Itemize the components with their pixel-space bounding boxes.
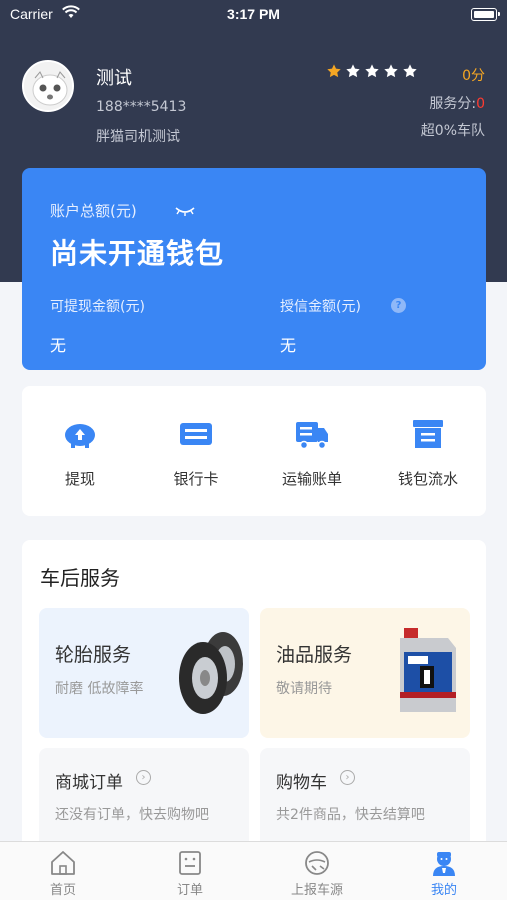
service-score-label: 服务分: — [429, 96, 477, 112]
mall-orders-subtitle: 还没有订单，快去购物吧 — [55, 807, 209, 823]
fleet-rank: 超0%车队 — [420, 123, 485, 139]
status-time: 3:17 PM — [227, 6, 280, 22]
report-vehicle-icon — [305, 851, 329, 875]
profile-icon — [433, 852, 455, 876]
tab-mine[interactable]: 我的 — [381, 842, 507, 900]
action-transport-bill[interactable]: 运输账单 — [254, 386, 370, 516]
action-bank-card[interactable]: 银行卡 — [138, 386, 254, 516]
credit-value: 无 — [280, 336, 297, 355]
credit-label: 授信金额(元) — [280, 299, 361, 315]
piggy-bank-icon — [65, 424, 95, 448]
wallet-status: 尚未开通钱包 — [50, 237, 225, 270]
service-score: 服务分:0 — [429, 93, 485, 113]
help-icon[interactable]: ? — [391, 298, 406, 313]
wallet-flow-icon — [413, 420, 443, 448]
rating-stars — [326, 63, 418, 79]
action-label: 运输账单 — [281, 470, 342, 488]
tab-bar: 首页 订单 上报车源 我的 — [0, 841, 507, 900]
tab-label: 我的 — [430, 883, 457, 898]
after-sales-services: 车后服务 轮胎服务 耐磨 低故障率 油品服务 敬请期待 商城订单 › 还没有订单… — [22, 540, 486, 850]
rating-score: 0分 — [462, 68, 485, 84]
truck-bill-icon — [296, 422, 328, 450]
bank-card-icon — [180, 423, 212, 445]
star-filled-icon — [327, 64, 341, 78]
oil-service-card[interactable]: 油品服务 敬请期待 — [260, 608, 470, 738]
oil-service-title: 油品服务 — [276, 644, 353, 666]
star-icon — [384, 64, 398, 78]
services-title: 车后服务 — [40, 566, 120, 590]
mall-orders-card[interactable]: 商城订单 › 还没有订单，快去购物吧 — [39, 748, 249, 850]
tire-service-card[interactable]: 轮胎服务 耐磨 低故障率 — [39, 608, 249, 738]
tab-orders[interactable]: 订单 — [127, 842, 253, 900]
wallet-card[interactable]: 账户总额(元) 尚未开通钱包 可提现金额(元) 无 授信金额(元) ? 无 — [22, 168, 486, 370]
user-name: 测试 — [96, 68, 132, 89]
tire-service-title: 轮胎服务 — [55, 644, 132, 666]
total-amount-label: 账户总额(元) — [50, 202, 137, 220]
tab-home[interactable]: 首页 — [0, 842, 126, 900]
tire-image-icon — [179, 632, 243, 714]
wallet-actions: 提现 银行卡 运输账单 钱包流水 — [22, 386, 486, 516]
eye-toggle-icon[interactable] — [174, 202, 196, 221]
tab-label: 上报车源 — [290, 883, 343, 898]
user-team: 胖猫司机测试 — [96, 129, 180, 145]
avatar[interactable] — [22, 60, 74, 112]
chevron-right-icon: › — [340, 770, 355, 785]
mall-orders-title: 商城订单 — [55, 773, 123, 793]
tab-label: 订单 — [176, 883, 203, 898]
action-label: 钱包流水 — [397, 470, 458, 488]
action-label: 提现 — [64, 470, 95, 488]
tab-report-vehicle[interactable]: 上报车源 — [254, 842, 380, 900]
oil-service-subtitle: 敬请期待 — [276, 681, 332, 697]
shopping-cart-card[interactable]: 购物车 › 共2件商品，快去结算吧 — [260, 748, 470, 850]
star-icon — [403, 64, 417, 78]
withdrawable-label: 可提现金额(元) — [50, 299, 145, 315]
battery-icon — [471, 8, 500, 21]
withdrawable-value: 无 — [50, 336, 67, 355]
orders-icon — [179, 851, 201, 875]
tire-service-subtitle: 耐磨 低故障率 — [55, 681, 144, 697]
user-phone: 188****5413 — [96, 99, 187, 115]
chevron-right-icon: › — [136, 770, 151, 785]
service-score-value: 0 — [476, 96, 485, 112]
star-icon — [365, 64, 379, 78]
home-icon — [51, 851, 75, 875]
oil-bottle-image-icon — [400, 628, 456, 712]
action-label: 银行卡 — [173, 470, 219, 488]
action-wallet-flow[interactable]: 钱包流水 — [370, 386, 486, 516]
status-bar: Carrier 3:17 PM — [0, 0, 507, 28]
shopping-cart-subtitle: 共2件商品，快去结算吧 — [276, 807, 425, 823]
star-icon — [346, 64, 360, 78]
action-withdraw[interactable]: 提现 — [22, 386, 138, 516]
shopping-cart-title: 购物车 — [276, 773, 327, 793]
tab-label: 首页 — [49, 883, 76, 898]
